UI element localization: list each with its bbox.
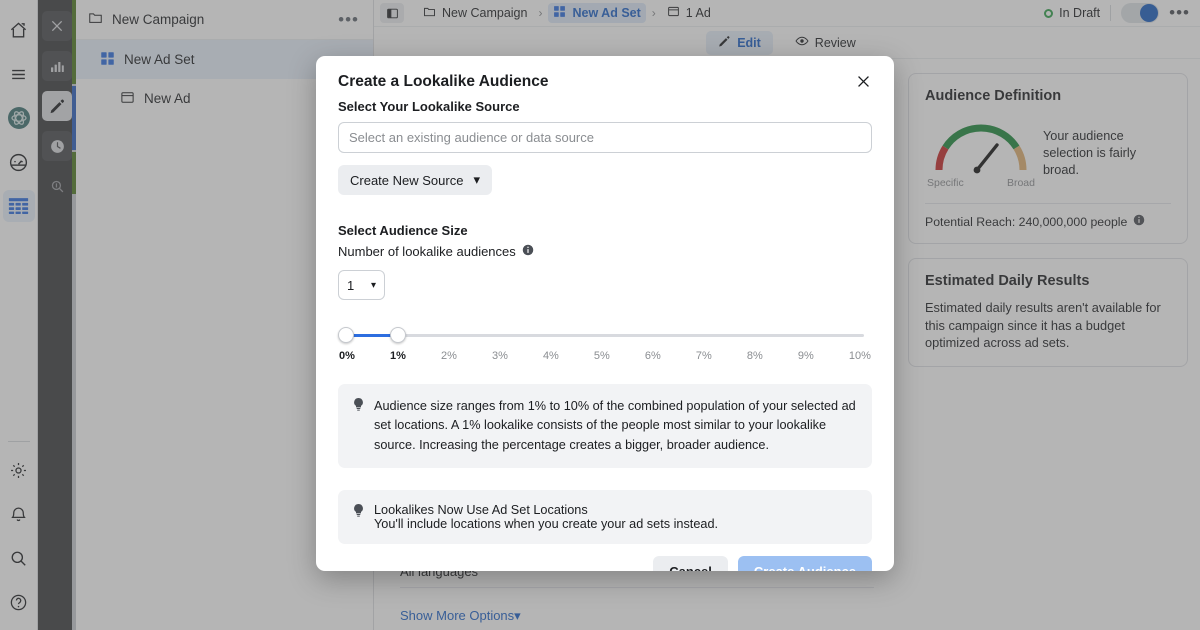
slider-tick: 2%	[440, 350, 457, 362]
slider-handle-lower[interactable]	[338, 327, 354, 343]
lookalike-count-select[interactable]: 1 ▾	[338, 270, 385, 300]
locations-tip-title: Lookalikes Now Use Ad Set Locations	[374, 502, 588, 517]
dialog-title: Create a Lookalike Audience	[338, 73, 549, 90]
create-new-source-button[interactable]: Create New Source ▾	[338, 165, 492, 195]
slider-tick: 6%	[644, 350, 661, 362]
slider-track	[346, 334, 864, 337]
lightbulb-icon	[352, 503, 365, 531]
slider-tick: 0%	[339, 350, 355, 362]
locations-tip-text: You'll include locations when you create…	[374, 516, 719, 531]
audience-size-slider[interactable]	[338, 327, 872, 343]
audience-size-section-label: Select Audience Size	[338, 223, 468, 238]
slider-tick: 9%	[797, 350, 814, 362]
dialog-header: Create a Lookalike Audience	[316, 56, 894, 99]
create-new-source-label: Create New Source	[350, 172, 464, 188]
lookalike-source-input[interactable]	[338, 122, 872, 153]
lookalike-count-label: Number of lookalike audiences	[338, 244, 516, 259]
locations-tip-body: Lookalikes Now Use Ad Set Locations You'…	[374, 503, 718, 531]
lightbulb-icon	[352, 397, 365, 455]
chevron-down-icon: ▾	[473, 172, 480, 187]
create-lookalike-audience-dialog: Create a Lookalike Audience Select Your …	[316, 56, 894, 571]
audience-size-tip: Audience size ranges from 1% to 10% of t…	[338, 384, 872, 468]
dialog-body: Select Your Lookalike Source Create New …	[316, 99, 894, 544]
cancel-button[interactable]: Cancel	[653, 555, 728, 571]
source-section-label: Select Your Lookalike Source	[338, 99, 520, 114]
chevron-down-icon: ▾	[370, 279, 376, 291]
slider-handle-upper[interactable]	[389, 327, 406, 343]
lookalike-count-label-row: Number of lookalike audiences	[338, 244, 872, 259]
slider-tick: 4%	[542, 350, 559, 362]
create-audience-button: Create Audience	[737, 555, 872, 571]
slider-tick: 7%	[695, 350, 712, 362]
slider-tick: 8%	[746, 350, 763, 362]
slider-tick-labels: 0% 1% 2% 3% 4% 5% 6% 7% 8% 9% 10%	[338, 350, 872, 362]
slider-tick: 1%	[389, 350, 406, 362]
close-icon[interactable]	[855, 73, 872, 90]
slider-tick: 5%	[593, 350, 610, 362]
audience-size-tip-text: Audience size ranges from 1% to 10% of t…	[374, 399, 856, 452]
slider-tick: 3%	[491, 350, 508, 362]
lookalike-count-value: 1	[347, 277, 355, 293]
dialog-footer: Cancel Create Audience	[316, 544, 894, 571]
locations-tip: Lookalikes Now Use Ad Set Locations You'…	[338, 489, 872, 544]
info-icon[interactable]	[522, 244, 534, 259]
app-root: New Campaign ••• New Ad Set New Ad New C…	[0, 0, 1200, 630]
slider-tick: 10%	[848, 350, 871, 362]
